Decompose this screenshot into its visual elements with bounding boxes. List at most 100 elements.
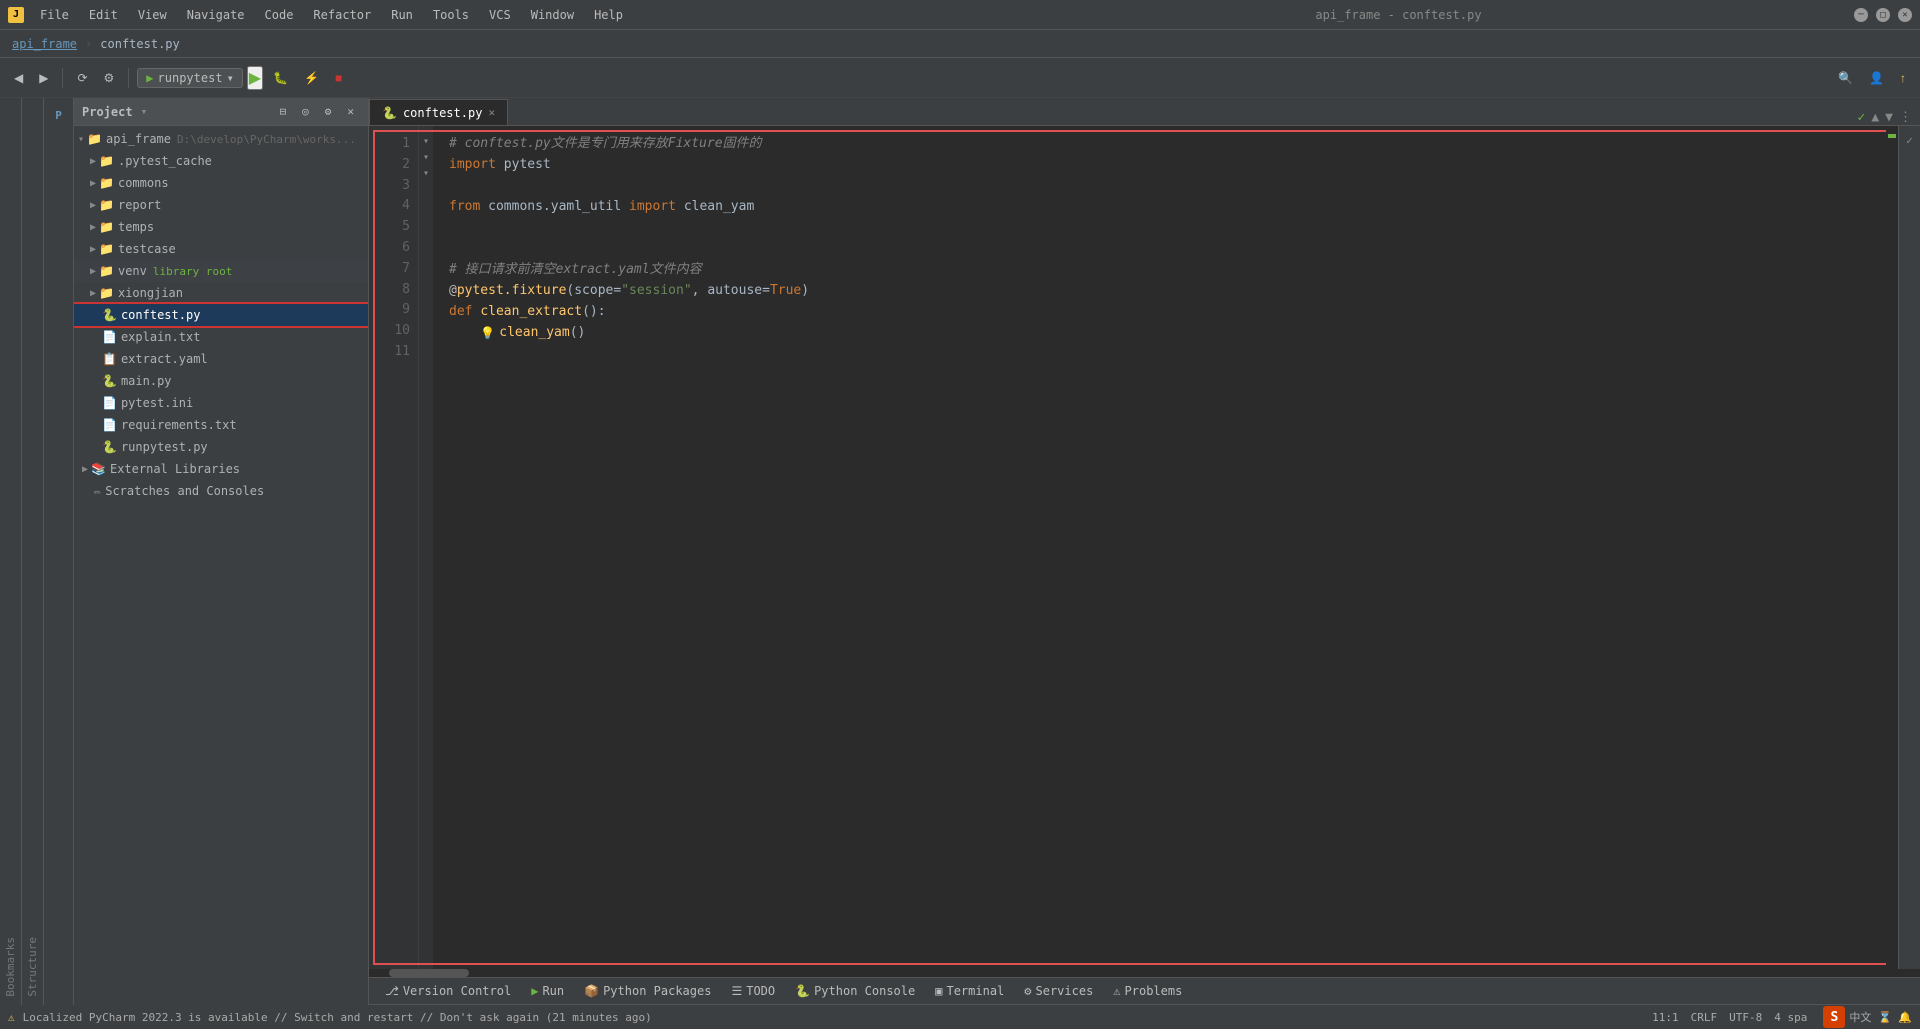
- status-line-ending[interactable]: CRLF: [1691, 1011, 1718, 1024]
- tab-services[interactable]: ⚙ Services: [1016, 982, 1101, 1000]
- tree-pytest-ini[interactable]: 📄 pytest.ini: [74, 392, 368, 414]
- minimize-button[interactable]: ─: [1854, 8, 1868, 22]
- todo-icon: ☰: [731, 984, 742, 998]
- tree-report[interactable]: ▶ 📁 report: [74, 194, 368, 216]
- folder-icon-commons: 📁: [99, 176, 114, 190]
- fold-9[interactable]: ▾: [419, 166, 433, 182]
- tree-root-apiframe[interactable]: ▾ 📁 api_frame D:\develop\PyCharm\works..…: [74, 128, 368, 150]
- editor-scrollbar[interactable]: [1886, 126, 1898, 969]
- tab-version-control[interactable]: ⎇ Version Control: [377, 982, 519, 1000]
- line-num-3: 3: [369, 176, 410, 197]
- project-panel: Project ▾ ⊟ ◎ ⚙ ✕ ▾ 📁 api_frame D:\devel…: [74, 98, 369, 1005]
- menu-tools[interactable]: Tools: [425, 6, 477, 24]
- tab-python-packages[interactable]: 📦 Python Packages: [576, 982, 719, 1000]
- tree-arrow-commons: ▶: [90, 178, 96, 189]
- breadcrumb-file[interactable]: conftest.py: [100, 37, 179, 51]
- menu-run[interactable]: Run: [383, 6, 421, 24]
- structure-panel: Structure: [22, 98, 44, 1005]
- scrollbar-thumb[interactable]: [389, 969, 469, 977]
- tree-conftest-py[interactable]: 🐍 conftest.py: [74, 304, 368, 326]
- fold-4[interactable]: ▾: [419, 150, 433, 166]
- py-icon-runpytest: 🐍: [102, 440, 117, 454]
- run-config-selector[interactable]: ▶ runpytest ▾: [137, 68, 243, 88]
- run-button[interactable]: ▶: [247, 66, 263, 90]
- project-dropdown-icon[interactable]: ▾: [141, 105, 148, 118]
- tree-external-libraries[interactable]: ▶ 📚 External Libraries: [74, 458, 368, 480]
- stop-button[interactable]: ■: [329, 68, 348, 88]
- project-panel-title: Project: [82, 105, 133, 119]
- fold-2[interactable]: ▾: [419, 134, 433, 150]
- toolbar-sync[interactable]: ⟳: [71, 68, 93, 88]
- tree-explain-txt[interactable]: 📄 explain.txt: [74, 326, 368, 348]
- toolbar-nav-forward[interactable]: ▶: [33, 68, 54, 88]
- tree-commons[interactable]: ▶ 📁 commons: [74, 172, 368, 194]
- tab-python-console[interactable]: 🐍 Python Console: [787, 982, 923, 1000]
- debug-button[interactable]: 🐛: [267, 68, 294, 88]
- tab-todo[interactable]: ☰ TODO: [723, 982, 783, 1000]
- tab-close-button[interactable]: ✕: [488, 106, 495, 119]
- horizontal-scrollbar[interactable]: [369, 969, 1920, 977]
- line-num-6: 6: [369, 238, 410, 259]
- menu-help[interactable]: Help: [586, 6, 631, 24]
- mid-row: Bookmarks Structure P Project ▾ ⊟ ◎ ⚙ ✕: [0, 98, 1920, 1005]
- menu-edit[interactable]: Edit: [81, 6, 126, 24]
- tree-main-py[interactable]: 🐍 main.py: [74, 370, 368, 392]
- tree-xiongjian[interactable]: ▶ 📁 xiongjian: [74, 282, 368, 304]
- menu-vcs[interactable]: VCS: [481, 6, 519, 24]
- tab-todo-label: TODO: [746, 984, 775, 998]
- notification-check[interactable]: ✓: [1902, 130, 1917, 151]
- code-editor[interactable]: 1 2 3 4 5 6 7 8 9 10 11: [369, 126, 1898, 969]
- chevron-down-icon[interactable]: ▼: [1885, 110, 1893, 125]
- toolbar-settings[interactable]: ⚙: [98, 68, 121, 88]
- update-icon[interactable]: ↑: [1894, 68, 1912, 88]
- lightbulb-icon[interactable]: 💡: [480, 324, 495, 343]
- search-everywhere-button[interactable]: 🔍: [1832, 68, 1859, 88]
- tree-pytest-cache[interactable]: ▶ 📁 .pytest_cache: [74, 150, 368, 172]
- project-tool-icon[interactable]: P: [46, 102, 72, 128]
- menu-window[interactable]: Window: [523, 6, 582, 24]
- tab-terminal[interactable]: ▣ Terminal: [927, 982, 1012, 1000]
- terminal-icon: ▣: [935, 984, 942, 998]
- tree-temps[interactable]: ▶ 📁 temps: [74, 216, 368, 238]
- status-warning-icon: ⚠: [8, 1011, 15, 1024]
- project-header-icons: ⊟ ◎ ⚙ ✕: [274, 102, 361, 121]
- menu-code[interactable]: Code: [257, 6, 302, 24]
- status-message[interactable]: Localized PyCharm 2022.3 is available //…: [23, 1011, 1644, 1024]
- status-position[interactable]: 11:1: [1652, 1011, 1679, 1024]
- project-collapse-all[interactable]: ⊟: [274, 102, 293, 121]
- tab-run[interactable]: ▶ Run: [523, 982, 572, 1000]
- menu-view[interactable]: View: [130, 6, 175, 24]
- status-indent[interactable]: 4 spa: [1774, 1011, 1807, 1024]
- run-with-coverage-button[interactable]: ⚡: [298, 68, 325, 88]
- user-icon[interactable]: 👤: [1863, 68, 1890, 88]
- tree-venv[interactable]: ▶ 📁 venv library root: [74, 260, 368, 282]
- toolbar-nav-back[interactable]: ◀: [8, 68, 29, 88]
- project-panel-header: Project ▾ ⊟ ◎ ⚙ ✕: [74, 98, 368, 126]
- close-button[interactable]: ✕: [1898, 8, 1912, 22]
- tab-conftest-py[interactable]: 🐍 conftest.py ✕: [369, 99, 508, 125]
- kw-import-4: import: [629, 197, 676, 218]
- menu-file[interactable]: File: [32, 6, 77, 24]
- structure-label[interactable]: Structure: [26, 929, 39, 1005]
- bookmarks-label[interactable]: Bookmarks: [4, 929, 17, 1005]
- menu-refactor[interactable]: Refactor: [305, 6, 379, 24]
- tree-runpytest-py[interactable]: 🐍 runpytest.py: [74, 436, 368, 458]
- maximize-button[interactable]: □: [1876, 8, 1890, 22]
- editor-settings-icon[interactable]: ⋮: [1899, 110, 1912, 125]
- fn-clean-yam: clean_yam: [499, 323, 569, 344]
- code-content[interactable]: # conftest.py文件是专门用来存放Fixture固件的 import …: [433, 126, 1886, 969]
- menu-navigate[interactable]: Navigate: [179, 6, 253, 24]
- tab-problems[interactable]: ⚠ Problems: [1105, 982, 1190, 1000]
- tree-requirements-txt[interactable]: 📄 requirements.txt: [74, 414, 368, 436]
- chevron-up-icon[interactable]: ▲: [1871, 110, 1879, 125]
- status-encoding[interactable]: UTF-8: [1729, 1011, 1762, 1024]
- code-line-10: 💡 clean_yam (): [449, 323, 1886, 344]
- project-hide[interactable]: ✕: [341, 102, 360, 121]
- project-options[interactable]: ⚙: [319, 102, 338, 121]
- tree-testcase[interactable]: ▶ 📁 testcase: [74, 238, 368, 260]
- project-locate-file[interactable]: ◎: [296, 102, 315, 121]
- breadcrumb-project[interactable]: api_frame: [12, 37, 77, 51]
- folder-icon-report: 📁: [99, 198, 114, 212]
- tree-extract-yaml[interactable]: 📋 extract.yaml: [74, 348, 368, 370]
- tree-scratches[interactable]: ✏ Scratches and Consoles: [74, 480, 368, 502]
